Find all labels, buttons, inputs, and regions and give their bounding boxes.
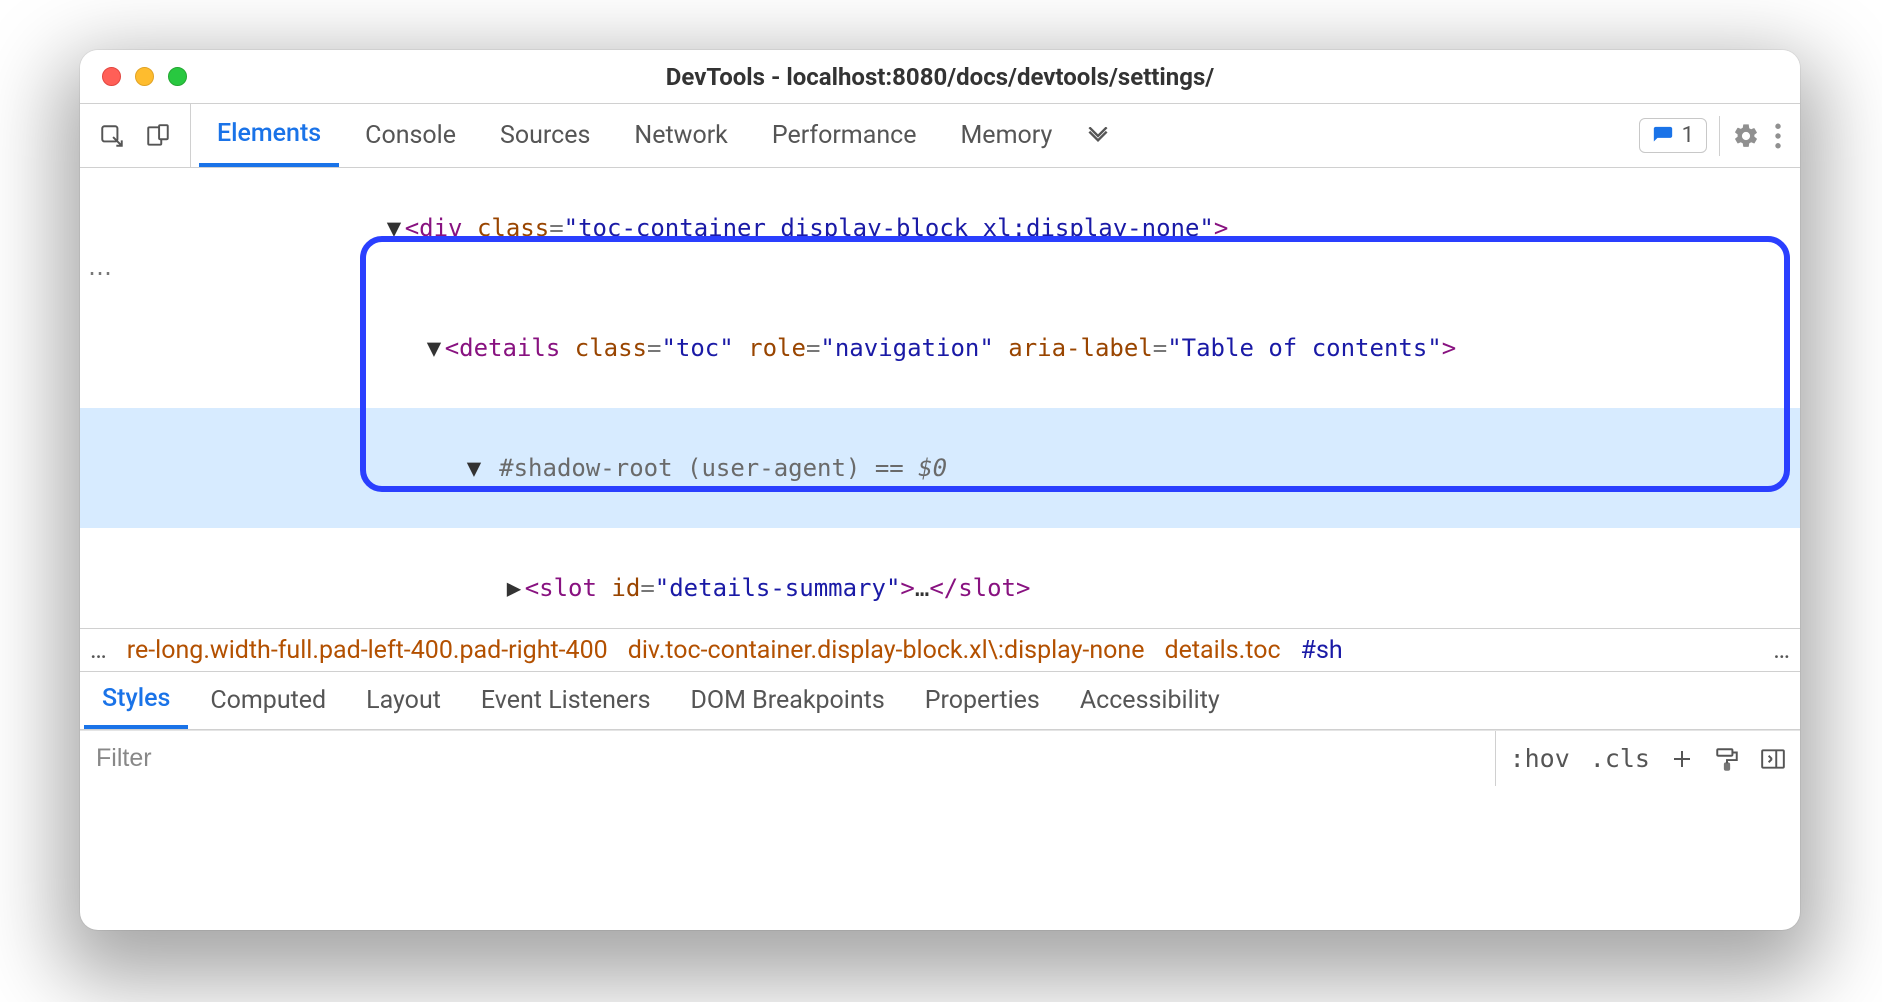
- window-titlebar: DevTools - localhost:8080/docs/devtools/…: [80, 50, 1800, 104]
- minimize-window-button[interactable]: [135, 67, 154, 86]
- paint-format-icon[interactable]: [1714, 746, 1740, 772]
- cls-toggle[interactable]: .cls: [1590, 744, 1650, 773]
- styles-filter-row: :hov .cls: [80, 730, 1800, 786]
- main-toolbar: Elements Console Sources Network Perform…: [80, 104, 1800, 168]
- tab-elements[interactable]: Elements: [199, 104, 339, 167]
- toolbar-left-group: [80, 104, 191, 167]
- subtab-dom-breakpoints[interactable]: DOM Breakpoints: [673, 672, 903, 729]
- breadcrumb-item[interactable]: div.toc-container.display-block.xl\:disp…: [618, 636, 1155, 665]
- more-tabs-icon[interactable]: [1084, 122, 1112, 150]
- tab-performance[interactable]: Performance: [754, 104, 935, 167]
- close-window-button[interactable]: [102, 67, 121, 86]
- dom-node-details[interactable]: ▼<details class="toc" role="navigation" …: [80, 288, 1800, 408]
- gutter-ellipsis-icon[interactable]: ⋯: [88, 254, 113, 294]
- inspect-element-icon[interactable]: [98, 122, 126, 150]
- breadcrumb-item-partial[interactable]: #sh: [1291, 636, 1343, 665]
- zoom-window-button[interactable]: [168, 67, 187, 86]
- breadcrumb-scroll-left-icon[interactable]: …: [80, 636, 117, 665]
- subtab-properties[interactable]: Properties: [907, 672, 1058, 729]
- breadcrumb-item[interactable]: re-long.width-full.pad-left-400.pad-righ…: [117, 636, 618, 665]
- styles-subtabs: Styles Computed Layout Event Listeners D…: [80, 672, 1800, 730]
- styles-filter-input[interactable]: [80, 731, 1495, 786]
- settings-icon[interactable]: [1732, 122, 1760, 150]
- hov-toggle[interactable]: :hov: [1510, 744, 1570, 773]
- subtab-styles[interactable]: Styles: [84, 672, 188, 729]
- tab-sources[interactable]: Sources: [482, 104, 608, 167]
- breadcrumb-item[interactable]: details.toc: [1154, 636, 1290, 665]
- subtab-accessibility[interactable]: Accessibility: [1062, 672, 1238, 729]
- traffic-lights: [80, 67, 187, 86]
- toolbar-right-group: 1: [1639, 104, 1800, 167]
- dom-tree[interactable]: ⋯ ▼<div class="toc-container display-blo…: [80, 168, 1800, 628]
- dom-node-shadow-root[interactable]: ▼ #shadow-root (user-agent) == $0: [80, 408, 1800, 528]
- dom-breadcrumbs[interactable]: … re-long.width-full.pad-left-400.pad-ri…: [80, 628, 1800, 672]
- kebab-menu-icon[interactable]: [1764, 122, 1792, 150]
- tab-network[interactable]: Network: [616, 104, 745, 167]
- dom-node-div-toc-container[interactable]: ▼<div class="toc-container display-block…: [80, 168, 1800, 288]
- new-style-rule-icon[interactable]: [1670, 747, 1694, 771]
- device-toolbar-icon[interactable]: [144, 122, 172, 150]
- breadcrumb-scroll-right-icon[interactable]: …: [1763, 636, 1800, 665]
- dom-node-slot-summary[interactable]: ▶<slot id="details-summary">…</slot>: [80, 528, 1800, 628]
- panel-tabs: Elements Console Sources Network Perform…: [191, 104, 1639, 167]
- issues-button[interactable]: 1: [1639, 118, 1707, 153]
- tab-console[interactable]: Console: [347, 104, 474, 167]
- computed-sidebar-toggle-icon[interactable]: [1760, 746, 1786, 772]
- window-title: DevTools - localhost:8080/docs/devtools/…: [80, 63, 1800, 91]
- styles-filter-tools: :hov .cls: [1495, 731, 1800, 786]
- subtab-layout[interactable]: Layout: [348, 672, 459, 729]
- tab-memory[interactable]: Memory: [942, 104, 1070, 167]
- subtab-computed[interactable]: Computed: [192, 672, 344, 729]
- issues-count: 1: [1682, 123, 1694, 148]
- toolbar-divider: [1719, 116, 1720, 156]
- subtab-event-listeners[interactable]: Event Listeners: [463, 672, 669, 729]
- devtools-window: DevTools - localhost:8080/docs/devtools/…: [80, 50, 1800, 930]
